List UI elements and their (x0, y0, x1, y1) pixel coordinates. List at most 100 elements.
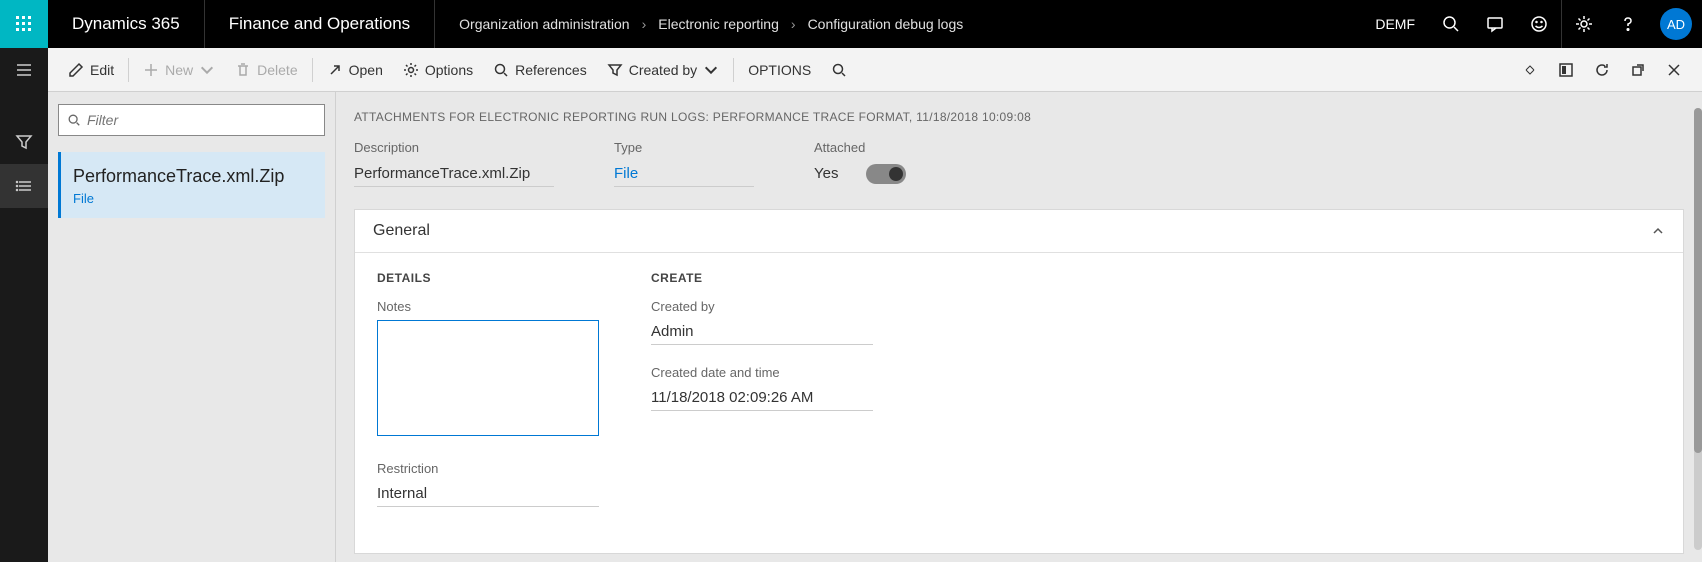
search-action-button[interactable] (821, 48, 857, 92)
search-icon (493, 62, 509, 78)
popout-button[interactable] (1620, 48, 1656, 92)
nav-rail (0, 48, 48, 562)
notes-textarea[interactable] (377, 320, 599, 436)
search-icon (831, 62, 847, 78)
help-button[interactable] (1606, 0, 1650, 48)
attached-value: Yes (814, 163, 838, 184)
restriction-value[interactable]: Internal (377, 482, 599, 507)
search-icon (1442, 15, 1460, 33)
filter-input[interactable] (87, 112, 316, 128)
main-area: Edit New Delete Open Options (48, 48, 1702, 562)
details-group: DETAILS Notes Restriction Internal (377, 271, 599, 527)
scrollbar-thumb[interactable] (1694, 108, 1702, 453)
edit-label: Edit (90, 62, 114, 78)
panel-header[interactable]: General (355, 210, 1683, 253)
list-item-title: PerformanceTrace.xml.Zip (73, 166, 313, 187)
list-item[interactable]: PerformanceTrace.xml.Zip File (58, 152, 325, 218)
funnel-icon (607, 62, 623, 78)
createdby-value: Admin (651, 320, 873, 345)
field-label: Description (354, 140, 554, 155)
help-icon (1619, 15, 1637, 33)
breadcrumb-item[interactable]: Organization administration (453, 16, 635, 32)
breadcrumb-item[interactable]: Configuration debug logs (802, 16, 970, 32)
refresh-button[interactable] (1584, 48, 1620, 92)
separator (733, 58, 734, 82)
hamburger-icon (15, 61, 33, 79)
list-icon (15, 177, 33, 195)
popout-icon (1630, 62, 1646, 78)
field-label: Restriction (377, 461, 599, 476)
context-heading: ATTACHMENTS FOR ELECTRONIC REPORTING RUN… (354, 110, 1694, 124)
brand-name: Dynamics 365 (48, 14, 204, 34)
messages-button[interactable] (1473, 0, 1517, 48)
smiley-icon (1530, 15, 1548, 33)
office-button[interactable] (1548, 48, 1584, 92)
chevron-right-icon: › (636, 16, 653, 32)
search-icon (67, 113, 81, 127)
action-bar: Edit New Delete Open Options (48, 48, 1702, 92)
open-label: Open (349, 62, 383, 78)
office-icon (1558, 62, 1574, 78)
field-label: Notes (377, 299, 599, 314)
chevron-up-icon (1651, 224, 1665, 238)
field-label: Created by (651, 299, 873, 314)
open-button[interactable]: Open (317, 48, 393, 92)
detail-pane: ATTACHMENTS FOR ELECTRONIC REPORTING RUN… (336, 92, 1702, 562)
references-label: References (515, 62, 587, 78)
close-icon (1666, 62, 1682, 78)
group-heading: DETAILS (377, 271, 599, 285)
feedback-button[interactable] (1517, 0, 1561, 48)
delete-button[interactable]: Delete (225, 48, 307, 92)
general-panel: General DETAILS Notes Restriction Intern… (354, 209, 1684, 554)
waffle-icon (15, 15, 33, 33)
references-button[interactable]: References (483, 48, 597, 92)
action-bar-right (1512, 48, 1692, 92)
description-field: Description PerformanceTrace.xml.Zip (354, 140, 554, 187)
field-label: Attached (814, 140, 906, 155)
settings-button[interactable] (1562, 0, 1606, 48)
attach-button[interactable] (1512, 48, 1548, 92)
filter-box[interactable] (58, 104, 325, 136)
legal-entity[interactable]: DEMF (1361, 16, 1429, 32)
toggle-knob (889, 167, 903, 181)
link-icon (1522, 62, 1538, 78)
options-button[interactable]: Options (393, 48, 483, 92)
gear-icon (1575, 15, 1593, 33)
description-value[interactable]: PerformanceTrace.xml.Zip (354, 163, 554, 187)
trash-icon (235, 62, 251, 78)
pencil-icon (68, 62, 84, 78)
message-icon (1486, 15, 1504, 33)
search-button[interactable] (1429, 0, 1473, 48)
createdby-filter-button[interactable]: Created by (597, 48, 729, 92)
gear-icon (403, 62, 419, 78)
close-button[interactable] (1656, 48, 1692, 92)
breadcrumb-item[interactable]: Electronic reporting (652, 16, 785, 32)
createdby-label: Created by (629, 62, 697, 78)
breadcrumb: Organization administration › Electronic… (435, 16, 969, 32)
arrow-upright-icon (327, 62, 343, 78)
new-button[interactable]: New (133, 48, 225, 92)
type-value[interactable]: File (614, 163, 754, 187)
attached-toggle[interactable] (866, 164, 906, 184)
hamburger-button[interactable] (0, 48, 48, 92)
app-launcher-button[interactable] (0, 0, 48, 48)
create-group: CREATE Created by Admin Created date and… (651, 271, 873, 527)
header-field-row: Description PerformanceTrace.xml.Zip Typ… (354, 140, 1694, 187)
attached-field: Attached Yes (814, 140, 906, 187)
field-label: Type (614, 140, 754, 155)
chevron-down-icon (199, 62, 215, 78)
refresh-icon (1594, 62, 1610, 78)
options-tab[interactable]: OPTIONS (738, 48, 821, 92)
field-label: Created date and time (651, 365, 873, 380)
list-pane: PerformanceTrace.xml.Zip File (48, 92, 336, 562)
edit-button[interactable]: Edit (58, 48, 124, 92)
user-avatar[interactable]: AD (1660, 8, 1692, 40)
funnel-icon (15, 133, 33, 151)
filter-button[interactable] (0, 120, 48, 164)
list-button[interactable] (0, 164, 48, 208)
chevron-down-icon (703, 62, 719, 78)
scrollbar[interactable] (1694, 108, 1702, 550)
header-right: DEMF AD (1361, 0, 1702, 48)
separator (128, 58, 129, 82)
panel-title: General (373, 222, 430, 240)
